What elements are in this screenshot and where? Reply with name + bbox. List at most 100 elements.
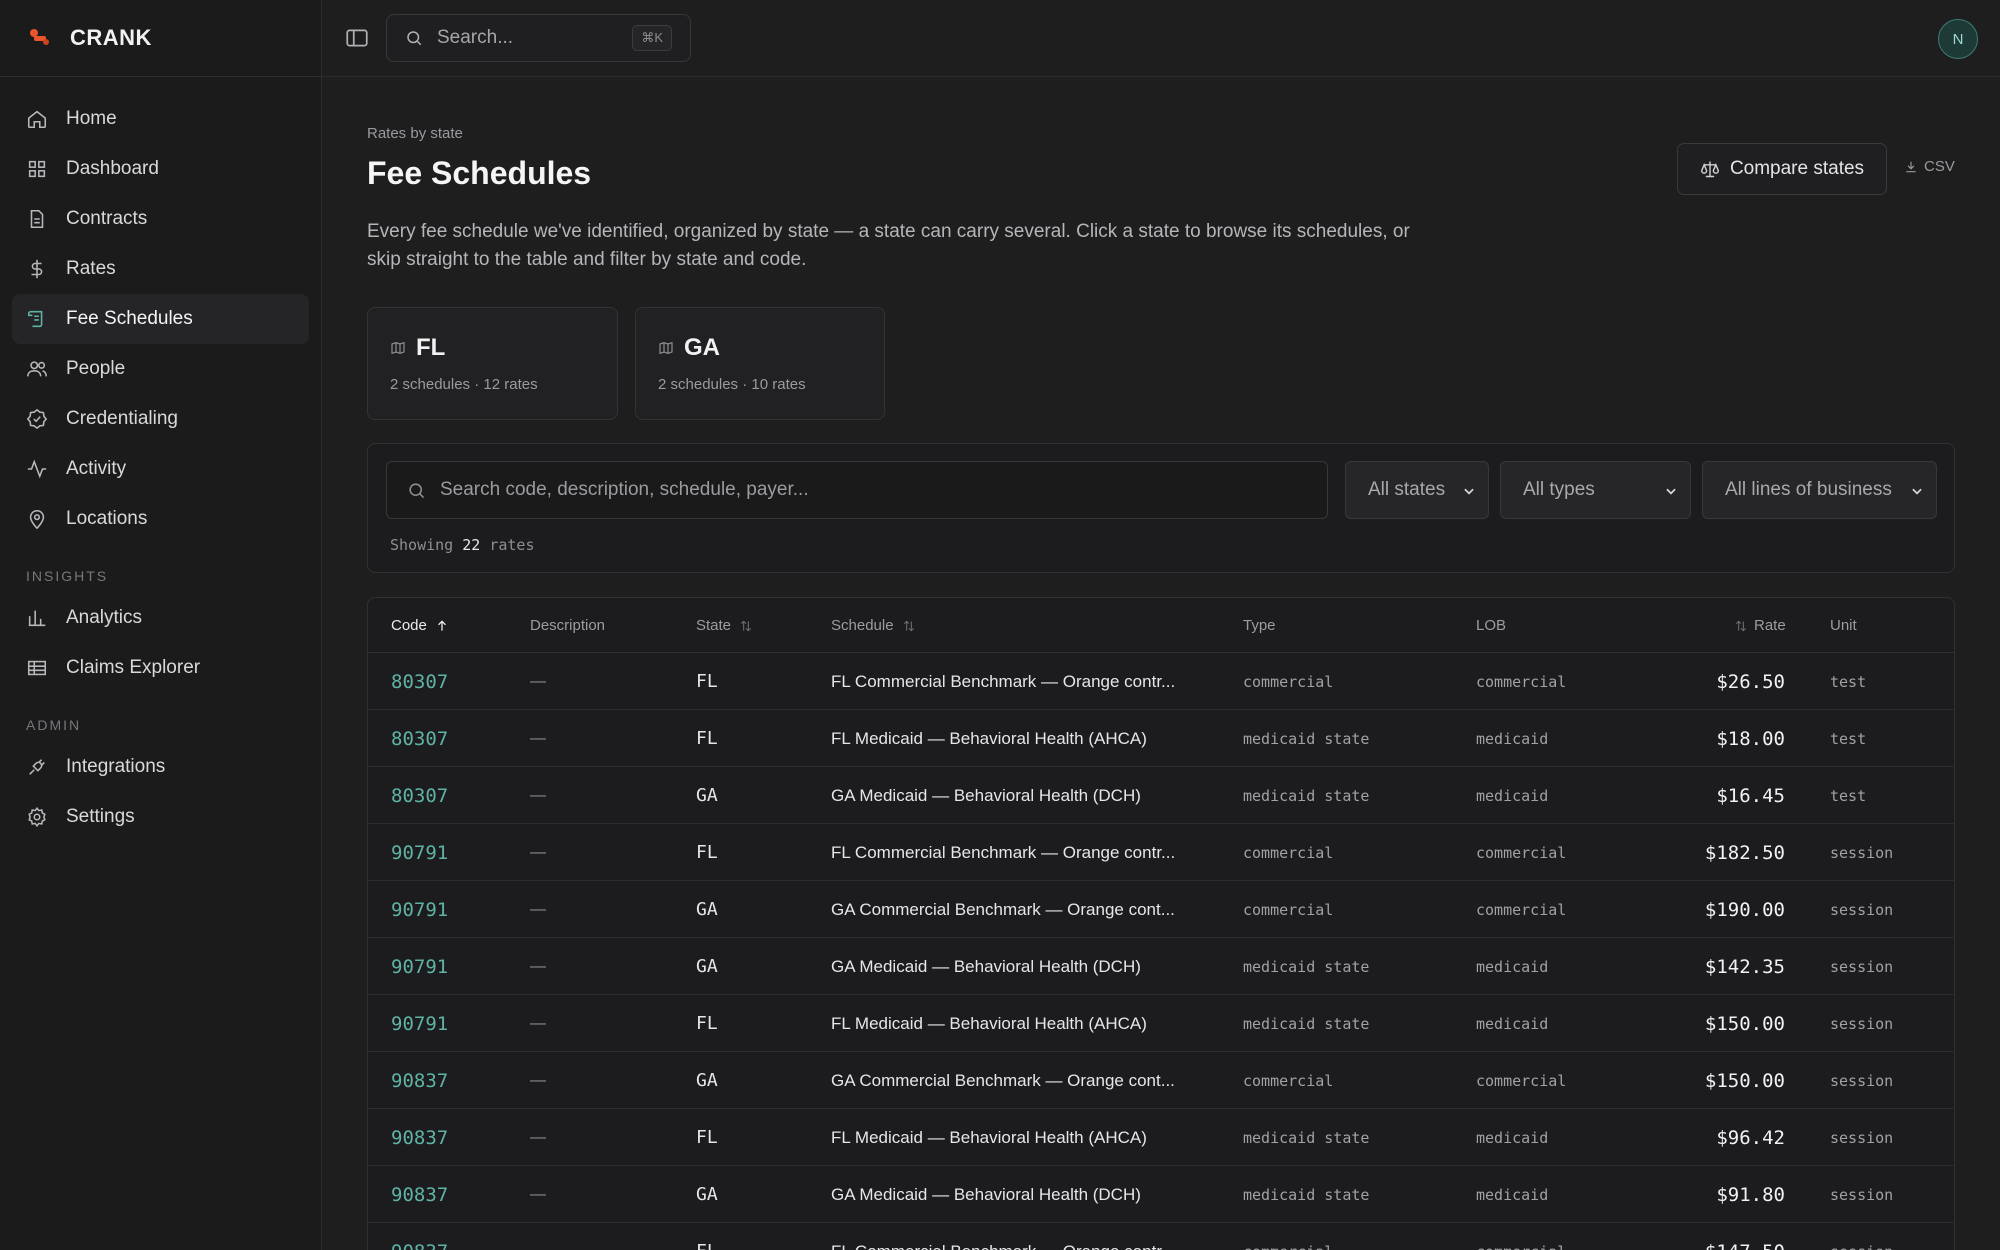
rate-cell: $142.35 (1704, 955, 1785, 978)
state-cell: FL (696, 1127, 718, 1148)
type-cell: commercial (1243, 672, 1334, 691)
code-link[interactable]: 80307 (391, 710, 448, 767)
sidebar-item-people[interactable]: People (12, 344, 309, 394)
sidebar-item-label: Fee Schedules (66, 308, 193, 329)
sidebar-item-credentialing[interactable]: Credentialing (12, 394, 309, 444)
lob-cell: commercial (1476, 672, 1567, 691)
brand[interactable]: CRANK (0, 0, 321, 77)
code-link[interactable]: 90791 (391, 995, 448, 1052)
column-header-rate[interactable]: Rate (1734, 617, 1786, 634)
scale-icon (1700, 161, 1719, 178)
rates-search-input[interactable]: Search code, description, schedule, paye… (386, 461, 1328, 519)
sidebar-item-rates[interactable]: Rates (12, 244, 309, 294)
table-row[interactable]: 90791 — GA GA Medicaid — Behavioral Health … (368, 938, 1954, 995)
lob-cell: medicaid (1476, 729, 1549, 748)
code-link[interactable]: 90837 (391, 1109, 448, 1166)
map-pin-icon (29, 509, 45, 530)
sidebar-item-settings[interactable]: Settings (12, 792, 309, 842)
column-header-lob[interactable]: LOB (1476, 617, 1506, 634)
results-count: Showing 22 rates (390, 536, 535, 554)
schedule-cell: GA Medicaid — Behavioral Health (DCH) (831, 785, 1141, 805)
description-cell: — (530, 1223, 546, 1250)
state-card-fl[interactable]: FL 2 schedules · 12 rates (367, 307, 618, 420)
csv-label: CSV (1924, 158, 1955, 175)
sidebar-item-integrations[interactable]: Integrations (12, 742, 309, 792)
type-cell: commercial (1243, 900, 1334, 919)
state-meta: 2 schedules · 12 rates (390, 376, 538, 393)
state-filter-value: All states (1368, 479, 1446, 500)
sidebar-item-dashboard[interactable]: Dashboard (12, 144, 309, 194)
code-link[interactable]: 90837 (391, 1223, 448, 1250)
column-header-type[interactable]: Type (1243, 617, 1276, 634)
table-row[interactable]: 80307 — FL FL Commercial Benchmark — Orange… (368, 653, 1954, 710)
unit-cell: session (1830, 1223, 1893, 1250)
section-label-admin: ADMIN (26, 717, 82, 733)
unit-cell: test (1830, 672, 1867, 691)
unit-cell: test (1830, 786, 1867, 805)
sidebar-item-label: Settings (66, 806, 135, 827)
sidebar-item-activity[interactable]: Activity (12, 444, 309, 494)
compare-states-button[interactable]: Compare states (1677, 143, 1887, 195)
table-row[interactable]: 90791 — FL FL Medicaid — Behavioral Health … (368, 995, 1954, 1052)
gear-icon (28, 807, 46, 827)
table-row[interactable]: 80307 — GA GA Medicaid — Behavioral Health … (368, 767, 1954, 824)
state-card-ga[interactable]: GA 2 schedules · 10 rates (635, 307, 885, 420)
rate-cell: $150.00 (1704, 1012, 1785, 1035)
column-label: Schedule (831, 617, 894, 634)
code-link[interactable]: 80307 (391, 767, 448, 824)
sidebar-item-contracts[interactable]: Contracts (12, 194, 309, 244)
description-cell: — (530, 957, 546, 975)
table-row[interactable]: 90837 — FL FL Commercial Benchmark — Orange… (368, 1223, 1954, 1250)
column-header-state[interactable]: State (696, 617, 753, 634)
column-header-schedule[interactable]: Schedule (831, 617, 916, 634)
column-header-code[interactable]: Code (391, 617, 449, 634)
column-header-description[interactable]: Description (530, 617, 605, 634)
state-filter-select[interactable]: All states (1345, 461, 1489, 519)
column-label: State (696, 617, 732, 634)
showing-count: 22 (462, 536, 481, 554)
state-cell: FL (696, 1013, 718, 1034)
lob-filter-select[interactable]: All lines of business (1702, 461, 1937, 519)
csv-export-button[interactable]: CSV (1904, 158, 1955, 175)
code-link[interactable]: 90791 (391, 938, 448, 995)
lob-cell: commercial (1476, 900, 1567, 919)
breadcrumb[interactable]: Rates by state (367, 125, 463, 142)
description-cell: — (530, 900, 546, 918)
sidebar-item-analytics[interactable]: Analytics (12, 593, 309, 643)
table-row[interactable]: 90837 — GA GA Commercial Benchmark — Orange… (368, 1052, 1954, 1109)
global-search-input[interactable]: Search... ⌘K (386, 14, 691, 62)
table-row[interactable]: 90837 — FL FL Medicaid — Behavioral Health … (368, 1109, 1954, 1166)
code-link[interactable]: 80307 (391, 653, 448, 710)
sidebar-item-label: Home (66, 108, 117, 129)
column-header-unit[interactable]: Unit (1830, 617, 1857, 634)
sidebar-item-claims-explorer[interactable]: Claims Explorer (12, 643, 309, 693)
state-cell: FL (696, 728, 718, 749)
code-link[interactable]: 90837 (391, 1052, 448, 1109)
description-cell: — (530, 729, 546, 747)
table-row[interactable]: 90791 — FL FL Commercial Benchmark — Orange… (368, 824, 1954, 881)
filter-panel: Search code, description, schedule, paye… (367, 443, 1955, 573)
table-row[interactable]: 90791 — GA GA Commercial Benchmark — Orange… (368, 881, 1954, 938)
code-link[interactable]: 90791 (391, 824, 448, 881)
description-cell: — (530, 843, 546, 861)
sidebar-item-home[interactable]: Home (12, 94, 309, 144)
table-row[interactable]: 80307 — FL FL Medicaid — Behavioral Health … (368, 710, 1954, 767)
column-label: Rate (1754, 617, 1786, 634)
table-row[interactable]: 90837 — GA GA Medicaid — Behavioral Health … (368, 1166, 1954, 1223)
type-filter-select[interactable]: All types (1500, 461, 1691, 519)
avatar[interactable]: N (1938, 19, 1978, 59)
type-cell: medicaid state (1243, 1014, 1370, 1033)
state-cell: GA (696, 785, 718, 806)
home-icon (27, 110, 47, 129)
code-link[interactable]: 90791 (391, 881, 448, 938)
sidebar-item-locations[interactable]: Locations (12, 494, 309, 544)
sidebar-item-label: Analytics (66, 607, 143, 628)
code-link[interactable]: 90837 (391, 1166, 448, 1223)
sidebar: CRANK Home Dashboard Contracts Rates Fee… (0, 0, 322, 1250)
lob-cell: commercial (1476, 843, 1567, 862)
sidebar-item-fee-schedules[interactable]: Fee Schedules (12, 294, 309, 344)
sidebar-toggle-icon[interactable] (344, 25, 370, 51)
sidebar-item-label: Activity (66, 458, 127, 479)
state-cell: GA (696, 899, 718, 920)
type-cell: commercial (1243, 1071, 1334, 1090)
